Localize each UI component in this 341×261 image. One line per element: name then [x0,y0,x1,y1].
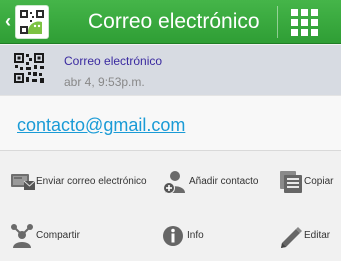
record-header: Correo electrónico abr 4, 9:53p.m. [0,45,341,95]
qr-code-icon [13,52,45,84]
copy-icon [278,169,304,195]
share-label: Compartir [36,230,80,241]
chevron-left-icon[interactable]: ‹ [5,12,11,30]
grid-menu-icon[interactable] [291,9,318,36]
qr-droid-app-icon[interactable] [15,5,49,39]
appbar-divider [277,6,278,38]
edit-icon [278,223,304,249]
add-contact-icon [162,169,188,195]
app-bar: ‹ Correo electrónico [0,0,341,44]
page-title: Correo electrónico [88,10,260,33]
add-contact-label: Añadir contacto [189,176,259,187]
info-label: Info [187,230,204,241]
content-area: contacto@gmail.com [0,95,341,151]
email-link[interactable]: contacto@gmail.com [17,114,185,136]
send-email-label: Enviar correo electrónico [36,176,147,187]
send-email-icon [10,169,36,195]
share-icon [10,223,36,249]
edit-label: Editar [304,230,331,241]
send-email-button[interactable]: Enviar correo electrónico [10,169,147,195]
edit-button[interactable]: Editar [278,223,333,249]
share-button[interactable]: Compartir [10,223,85,249]
actions-grid: Enviar correo electrónico Añadir contact… [0,152,341,261]
record-timestamp: abr 4, 9:53p.m. [64,75,145,89]
record-type-label: Correo electrónico [64,54,163,68]
copy-label: Copiar [304,176,334,187]
add-contact-button[interactable]: Añadir contacto [162,169,260,195]
info-button[interactable]: Info [162,223,212,249]
copy-button[interactable]: Copiar [278,169,336,195]
info-icon [162,223,188,249]
